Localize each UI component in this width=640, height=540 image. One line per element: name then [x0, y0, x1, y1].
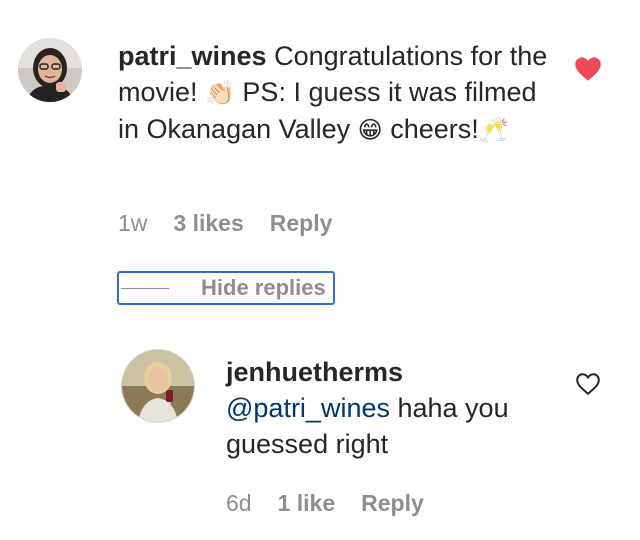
avatar-patri-wines[interactable] — [18, 38, 82, 102]
comment-likes[interactable]: 3 likes — [173, 210, 243, 237]
hide-replies-divider — [121, 287, 169, 289]
reply-meta: 6d 1 like Reply — [226, 490, 424, 517]
reply-reply-button[interactable]: Reply — [361, 490, 424, 517]
cheers-emoji-icon: 🥂 — [478, 116, 509, 144]
comment-username[interactable]: patri_wines — [118, 41, 267, 71]
hide-replies-label: Hide replies — [201, 275, 326, 300]
avatar-jenhuetherms[interactable] — [121, 349, 195, 423]
reply-mention-link[interactable]: @patri_wines — [226, 393, 390, 423]
avatar-image — [18, 38, 82, 102]
comment-reply-button[interactable]: Reply — [270, 210, 333, 237]
comment-meta: 1w 3 likes Reply — [118, 210, 332, 237]
like-heart-outline-icon[interactable] — [575, 372, 601, 396]
comment-body-part3: cheers! — [382, 114, 479, 144]
comment-text: patri_wines Congratulations for the movi… — [118, 38, 558, 148]
like-heart-icon[interactable] — [574, 56, 602, 82]
comment-time[interactable]: 1w — [118, 210, 147, 237]
reply-time[interactable]: 6d — [226, 490, 252, 517]
hide-replies-button[interactable]: Hide replies — [117, 271, 335, 305]
avatar-image — [122, 350, 194, 422]
reply-text: jenhuetherms @patri_wines haha you guess… — [226, 354, 556, 462]
reply-username[interactable]: jenhuetherms — [226, 357, 403, 387]
clap-emoji-icon: 👏🏻 — [205, 79, 235, 107]
reply-likes[interactable]: 1 like — [278, 490, 336, 517]
grin-emoji-icon: 😁 — [357, 116, 383, 144]
